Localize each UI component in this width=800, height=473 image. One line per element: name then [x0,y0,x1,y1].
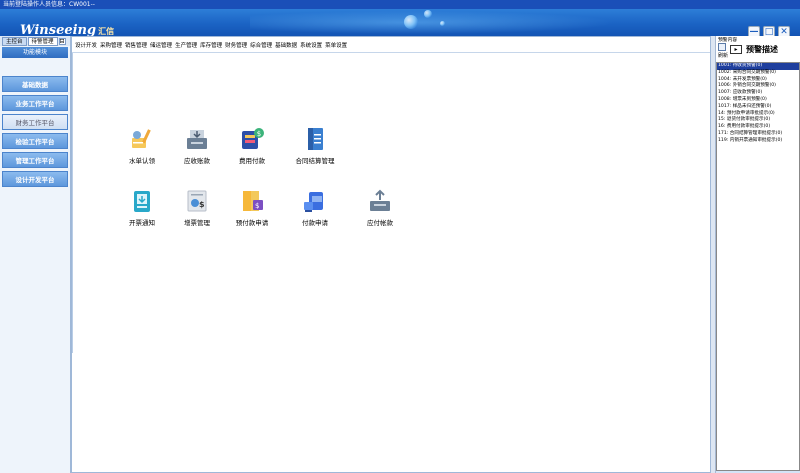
menu-item-production[interactable]: 生产管理 [175,41,197,49]
tab-close-icon[interactable]: ⊟ [58,37,66,45]
expand-icon[interactable]: ▸ [730,45,742,54]
menu-item-inventory[interactable]: 库存管理 [200,41,222,49]
alert-item[interactable]: 1008: 增票未到预警(0) [717,97,799,104]
title-bar: 当前登陆操作人员信息：CW001-- [0,0,800,9]
alert-list: 1001: 待收货预警(0) 1002: 采购合同交期预警(0) 1004: 未… [716,62,800,471]
divider [72,53,73,353]
refresh-icon[interactable] [718,43,726,51]
tab-console[interactable]: 主控台 [2,36,27,46]
menu-item-basic-data[interactable]: 基础数据 [275,41,297,49]
prepayment-icon: $ [239,188,265,214]
nav-business-platform[interactable]: 业务工作平台 [2,95,68,111]
svg-text:$: $ [257,130,261,138]
alert-item[interactable]: 1001: 待收货预警(0) [717,63,799,70]
menu-item-logistics[interactable]: 储运管理 [150,41,172,49]
nav-basic-data[interactable]: 基础数据 [2,76,68,92]
payment-request-icon [302,188,328,214]
alert-item[interactable]: 1017: 样品未归还预警(0) [717,104,799,111]
app-payment-request[interactable]: 付款申请 [290,188,340,227]
tab-alert-management[interactable]: 待警管理 [27,36,58,46]
title-text: 当前登陆操作人员信息：CW001-- [3,1,95,8]
alert-panel-caption: 预警内容 [718,38,738,43]
decor-bubble [424,10,432,18]
main-workspace: 设计开发 采购管理 销售管理 储运管理 生产管理 库存管理 财务管理 综合管理 … [71,36,711,473]
app-receivable[interactable]: 应收账款 [172,126,222,165]
alert-panel-title: 预警描述 [746,45,778,54]
menu-item-design[interactable]: 设计开发 [75,41,97,49]
alert-item[interactable]: 16: 费用付款审批提示(0) [717,124,799,131]
brand-logo: Winseeing 汇信 [20,23,115,36]
alert-panel-header: 预警内容 刷新 ▸ 预警描述 [716,36,800,62]
left-panel: 主控台 待警管理 ⊟ 功能模块 基础数据 业务工作平台 财务工作平台 检验工作平… [0,36,71,473]
alert-item[interactable]: 171: 合同结算管理审批提示(0) [717,131,799,138]
minimize-button[interactable]: — [748,26,760,36]
menu-item-sales[interactable]: 销售管理 [125,41,147,49]
app-prepayment[interactable]: $ 预付款申请 [227,188,277,227]
app-contract-settlement[interactable]: 合同结算管理 [290,126,340,165]
module-header: 功能模块 [2,47,68,58]
expense-payment-icon: $ [239,126,265,152]
app-payable[interactable]: 应付帐款 [355,188,405,227]
svg-text:$: $ [255,202,259,210]
svg-text:$: $ [199,200,205,209]
menu-item-finance[interactable]: 财务管理 [225,41,247,49]
close-button[interactable]: ✕ [778,26,790,36]
header-banner: Winseeing 汇信 — □ ✕ [0,9,800,36]
nav-inspection-platform[interactable]: 检验工作平台 [2,133,68,149]
contract-settlement-icon [302,126,328,152]
module-menu: 设计开发 采购管理 销售管理 储运管理 生产管理 库存管理 财务管理 综合管理 … [72,37,710,53]
receivable-icon [184,126,210,152]
app-expense-payment[interactable]: $ 费用付款 [227,126,277,165]
refresh-label[interactable]: 刷新 [718,52,728,59]
decor-bubble [440,21,445,26]
app-vat-invoice[interactable]: $ 增票管理 [172,188,222,227]
payable-icon [367,188,393,214]
invoice-notice-icon [129,188,155,214]
nav-management-platform[interactable]: 管理工作平台 [2,152,68,168]
app-invoice-notice[interactable]: 开票通知 [117,188,167,227]
alert-item[interactable]: 1002: 采购合同交期预警(0) [717,70,799,77]
menu-item-system-settings[interactable]: 系统设置 [300,41,322,49]
restore-button[interactable]: □ [763,26,775,36]
menu-item-menu-settings[interactable]: 菜单设置 [325,41,347,49]
nav-finance-platform[interactable]: 财务工作平台 [2,114,68,130]
nav-design-platform[interactable]: 设计开发平台 [2,171,68,187]
panel-tabs: 主控台 待警管理 ⊟ [0,36,70,46]
claim-receipt-icon [129,126,155,152]
alert-item[interactable]: 1007: 应收款预警(0) [717,90,799,97]
app-claim-receipt[interactable]: 水单认领 [117,126,167,165]
vat-invoice-icon: $ [184,188,210,214]
decor-bubble [404,15,418,29]
menu-item-purchase[interactable]: 采购管理 [100,41,122,49]
alert-item[interactable]: 119: 内销开票通知审批提示(0) [717,138,799,145]
menu-item-general[interactable]: 综合管理 [250,41,272,49]
